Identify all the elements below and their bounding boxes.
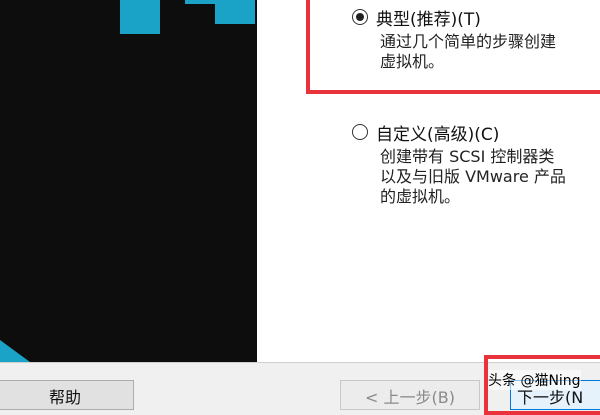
option-custom-label: 自定义(高级)(C)	[376, 124, 500, 145]
watermark-text: 头条 @猫Ning	[488, 370, 581, 390]
option-custom-description: 创建带有 SCSI 控制器类 以及与旧版 VMware 产品 的虚拟机。	[380, 147, 566, 206]
radio-selected-dot	[356, 13, 364, 21]
vmware-logo-graphic	[0, 0, 255, 362]
option-typical-label: 典型(推荐)(T)	[376, 9, 481, 30]
radio-custom[interactable]	[352, 124, 368, 140]
option-custom[interactable]: 自定义(高级)(C) 创建带有 SCSI 控制器类 以及与旧版 VMware 产…	[352, 119, 566, 207]
option-typical-description: 通过几个简单的步骤创建 虚拟机。	[380, 32, 557, 71]
radio-typical[interactable]	[352, 9, 368, 25]
wizard-banner-panel	[0, 0, 257, 362]
back-button[interactable]: < 上一步(B)	[340, 380, 480, 410]
help-button[interactable]: 帮助	[0, 380, 134, 410]
option-typical[interactable]: 典型(推荐)(T) 通过几个简单的步骤创建 虚拟机。	[352, 4, 556, 72]
